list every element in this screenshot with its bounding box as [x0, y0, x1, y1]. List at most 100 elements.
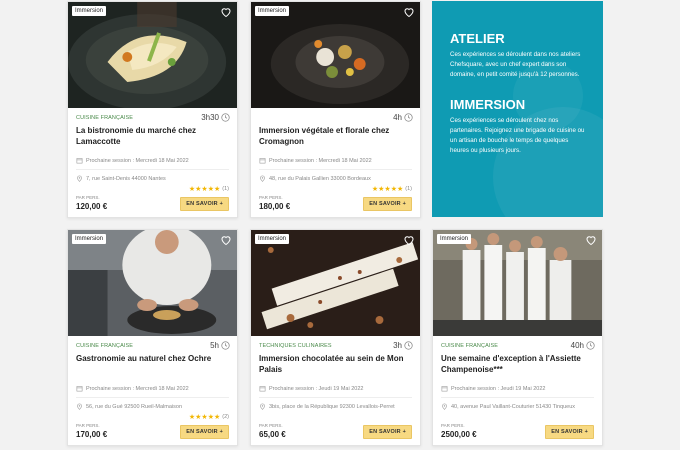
clock-icon	[586, 341, 595, 350]
tag-badge: Immersion	[437, 234, 472, 244]
address-text: 40, avenue Paul Vaillant-Couturier 51430…	[451, 403, 576, 410]
rating-count: (1)	[405, 185, 412, 192]
address-row: 40, avenue Paul Vaillant-Couturier 51430…	[433, 401, 602, 412]
tag-badge: Immersion	[72, 6, 107, 16]
experience-title[interactable]: Immersion chocolatée au sein de Mon Pala…	[251, 352, 420, 383]
experience-card[interactable]: Immersion TECHNIQUES CULINAIRES 3h Immer…	[250, 229, 421, 446]
duration: 3h30	[201, 113, 230, 122]
heart-icon[interactable]	[585, 234, 597, 246]
session-row: Prochaine session : Mercredi 18 Mai 2022	[251, 155, 420, 166]
price: 180,00 €	[259, 202, 291, 211]
en-savoir-plus-button[interactable]: EN SAVOIR +	[180, 197, 229, 211]
location-pin-icon	[442, 403, 447, 410]
divider	[76, 169, 229, 170]
experience-card[interactable]: Immersion CUISINE FRANÇAISE 40h Une sema…	[432, 229, 603, 446]
location-pin-icon	[260, 403, 265, 410]
rating-count: (1)	[222, 185, 229, 192]
rating	[433, 412, 602, 421]
duration-value: 5h	[210, 341, 219, 350]
en-savoir-plus-button[interactable]: EN SAVOIR +	[180, 425, 229, 439]
heart-icon[interactable]	[220, 6, 232, 18]
tag-badge: Immersion	[255, 234, 290, 244]
address-text: 48, rue du Palais Gallien 33000 Bordeaux	[269, 175, 371, 182]
address-row: 3bis, place de la République 92300 Leval…	[251, 401, 420, 412]
price: 65,00 €	[259, 430, 286, 439]
location-pin-icon	[77, 403, 82, 410]
experience-image[interactable]: Immersion	[251, 230, 420, 336]
immersion-description: Ces expériences se déroulent chez nos pa…	[450, 117, 585, 154]
immersion-heading: IMMERSION	[450, 97, 526, 112]
en-savoir-plus-button[interactable]: EN SAVOIR +	[363, 197, 412, 211]
experience-card[interactable]: Immersion 4h Immersion végétale et flora…	[250, 1, 421, 218]
tag-badge: Immersion	[72, 234, 107, 244]
price: 120,00 €	[76, 202, 108, 211]
experience-image[interactable]: Immersion	[433, 230, 602, 336]
experience-card[interactable]: Immersion CUISINE FRANÇAISE 5h Gastronom…	[67, 229, 238, 446]
star-icon: ★★★★★	[188, 413, 221, 421]
address-row: 7, rue Saint-Denis 44000 Nantes	[68, 173, 237, 184]
experience-grid: Immersion CUISINE FRANÇAISE 3h30 La bist…	[0, 0, 680, 450]
rating	[251, 412, 420, 421]
divider	[76, 397, 229, 398]
rating: ★★★★★ (2)	[68, 412, 237, 421]
session-text: Prochaine session : Mercredi 18 Mai 2022	[86, 385, 189, 392]
experience-title[interactable]: La bistronomie du marché chez Lamaccotte	[68, 124, 237, 155]
price-label: PAR PERS.	[441, 423, 465, 428]
experience-image[interactable]: Immersion	[68, 2, 237, 108]
experience-title[interactable]: Immersion végétale et florale chez Croma…	[251, 124, 420, 155]
session-row: Prochaine session : Jeudi 19 Mai 2022	[433, 383, 602, 394]
duration: 4h	[393, 113, 413, 122]
rating: ★★★★★ (1)	[68, 184, 237, 193]
price-label: PAR PERS.	[76, 423, 100, 428]
calendar-icon	[259, 158, 266, 164]
divider	[441, 397, 594, 398]
calendar-icon	[259, 386, 266, 392]
divider	[259, 397, 412, 398]
address-text: 3bis, place de la République 92300 Leval…	[269, 403, 395, 410]
heart-icon[interactable]	[220, 234, 232, 246]
duration-value: 40h	[570, 341, 584, 350]
experience-title[interactable]: Gastronomie au naturel chez Ochre	[68, 352, 237, 383]
clock-icon	[221, 341, 230, 350]
duration: 3h	[393, 341, 413, 350]
duration: 40h	[571, 341, 595, 350]
calendar-icon	[441, 386, 448, 392]
duration-value: 3h30	[201, 113, 219, 122]
heart-icon[interactable]	[403, 234, 415, 246]
experience-image[interactable]: Immersion	[251, 2, 420, 108]
session-text: Prochaine session : Jeudi 19 Mai 2022	[269, 385, 364, 392]
clock-icon	[221, 113, 230, 122]
session-row: Prochaine session : Mercredi 18 Mai 2022	[68, 155, 237, 166]
experience-title[interactable]: Une semaine d'exception à l'Assiette Cha…	[433, 352, 602, 383]
category-label: CUISINE FRANÇAISE	[441, 342, 499, 349]
star-icon: ★★★★★	[188, 185, 221, 193]
category-label: TECHNIQUES CULINAIRES	[259, 342, 332, 349]
tag-badge: Immersion	[255, 6, 290, 16]
session-text: Prochaine session : Mercredi 18 Mai 2022	[269, 157, 372, 164]
divider	[259, 169, 412, 170]
price: 170,00 €	[76, 430, 108, 439]
clock-icon	[404, 341, 413, 350]
en-savoir-plus-button[interactable]: EN SAVOIR +	[545, 425, 594, 439]
price: 2500,00 €	[441, 430, 477, 439]
address-text: 7, rue Saint-Denis 44000 Nantes	[86, 175, 166, 182]
session-text: Prochaine session : Mercredi 18 Mai 2022	[86, 157, 189, 164]
session-row: Prochaine session : Mercredi 18 Mai 2022	[68, 383, 237, 394]
category-label: CUISINE FRANÇAISE	[76, 114, 134, 121]
rating-count: (2)	[222, 413, 229, 420]
price-label: PAR PERS.	[259, 423, 283, 428]
calendar-icon	[76, 158, 83, 164]
en-savoir-plus-button[interactable]: EN SAVOIR +	[363, 425, 412, 439]
price-label: PAR PERS.	[76, 195, 100, 200]
star-icon: ★★★★★	[371, 185, 404, 193]
address-text: 56, rue du Gué 92500 Rueil-Malmaison	[86, 403, 183, 410]
experience-image[interactable]: Immersion	[68, 230, 237, 336]
rating: ★★★★★ (1)	[251, 184, 420, 193]
price-label: PAR PERS.	[259, 195, 283, 200]
calendar-icon	[76, 386, 83, 392]
heart-icon[interactable]	[403, 6, 415, 18]
duration-value: 3h	[393, 341, 402, 350]
session-text: Prochaine session : Jeudi 19 Mai 2022	[451, 385, 546, 392]
experience-card[interactable]: Immersion CUISINE FRANÇAISE 3h30 La bist…	[67, 1, 238, 218]
location-pin-icon	[260, 175, 265, 182]
